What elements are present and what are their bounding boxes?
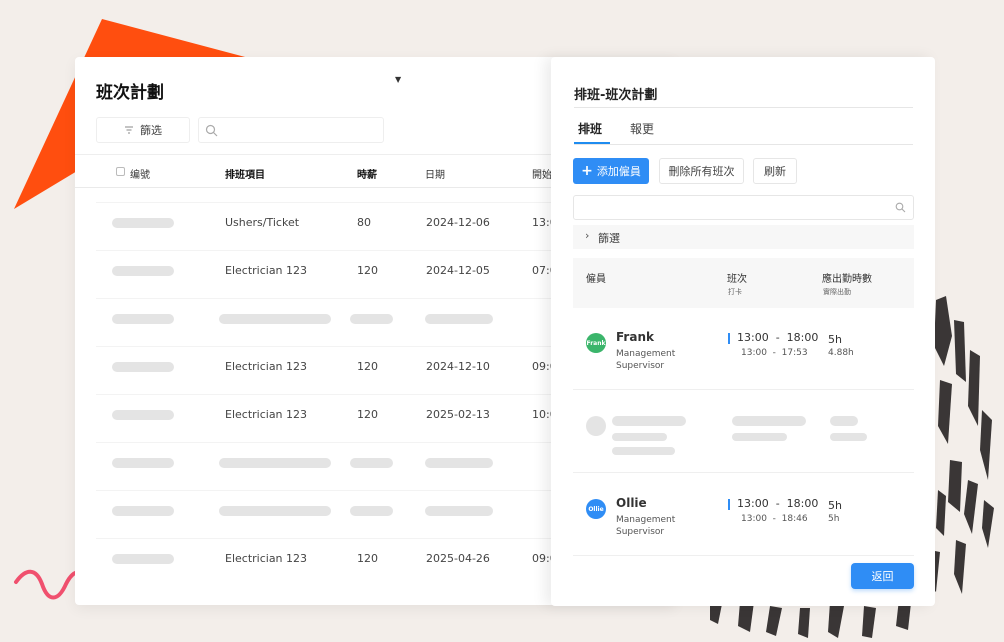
cell-date: 2025-02-13 xyxy=(426,408,490,421)
schedule-side-panel: 排班-班次計劃 排班 報更 + 添加僱員 刪除所有班次 刷新 › 篩選 僱員 班… xyxy=(551,57,935,606)
filter-toggle[interactable]: › 篩選 xyxy=(573,225,914,249)
cell-item: Electrician 123 xyxy=(225,264,308,277)
search-icon xyxy=(205,124,218,137)
divider xyxy=(574,107,913,108)
employee-name: Frank xyxy=(616,330,654,344)
skeleton-placeholder xyxy=(612,433,667,441)
shift-indicator xyxy=(728,333,730,344)
skeleton-placeholder xyxy=(586,416,606,436)
skeleton-placeholder xyxy=(830,416,858,426)
shift-indicator xyxy=(728,499,730,510)
add-employee-button[interactable]: + 添加僱員 xyxy=(573,158,649,184)
search-box[interactable] xyxy=(198,117,384,143)
tab-report[interactable]: 報更 xyxy=(630,120,654,137)
skeleton-placeholder xyxy=(219,458,331,468)
divider xyxy=(573,389,914,390)
skeleton-placeholder xyxy=(732,416,806,426)
cell-item: Ushers/Ticket xyxy=(225,216,300,229)
scheduled-hours: 5h xyxy=(828,499,842,512)
skeleton-placeholder xyxy=(612,416,686,426)
panel-title: 排班-班次計劃 xyxy=(574,88,658,103)
column-wage[interactable]: 時薪 xyxy=(357,166,377,181)
divider xyxy=(574,144,913,145)
employee-role: Management Supervisor xyxy=(616,515,676,537)
filter-button-label: 篩选 xyxy=(140,124,162,137)
cell-wage: 120 xyxy=(357,408,378,421)
cell-date: 2024-12-06 xyxy=(426,216,490,229)
scheduled-hours: 5h xyxy=(828,333,842,346)
column-shift-sub: 打卡 xyxy=(728,288,742,296)
column-shift: 班次 xyxy=(727,274,747,285)
skeleton-placeholder xyxy=(219,314,331,324)
cell-wage: 120 xyxy=(357,552,378,565)
delete-all-shifts-button[interactable]: 刪除所有班次 xyxy=(659,158,744,184)
page-title: 班次計劃 xyxy=(96,83,164,103)
skeleton-placeholder xyxy=(350,458,393,468)
select-all-checkbox[interactable] xyxy=(116,167,125,176)
cell-date: 2024-12-05 xyxy=(426,264,490,277)
column-item[interactable]: 排班項目 xyxy=(225,166,265,181)
skeleton-placeholder xyxy=(112,410,174,420)
cell-item: Electrician 123 xyxy=(225,552,308,565)
plus-icon: + xyxy=(581,163,593,179)
skeleton-placeholder xyxy=(112,458,174,468)
tab-schedule[interactable]: 排班 xyxy=(578,120,602,137)
actual-hours: 4.88h xyxy=(828,348,854,358)
filter-button[interactable]: 篩选 xyxy=(96,117,190,143)
refresh-button[interactable]: 刷新 xyxy=(753,158,797,184)
cell-item: Electrician 123 xyxy=(225,360,308,373)
avatar: Frank xyxy=(586,333,606,353)
add-employee-label: 添加僱員 xyxy=(596,165,641,178)
cell-date: 2024-12-10 xyxy=(426,360,490,373)
skeleton-placeholder xyxy=(732,433,787,441)
search-input[interactable] xyxy=(223,121,378,139)
employee-role: Management Supervisor xyxy=(616,349,676,371)
skeleton-placeholder xyxy=(830,433,867,441)
shift-time: 13:00 - 18:00 xyxy=(737,331,819,344)
skeleton-placeholder xyxy=(112,362,174,372)
actual-hours: 5h xyxy=(828,514,840,524)
skeleton-placeholder xyxy=(112,554,174,564)
caret-down-icon[interactable]: ▼ xyxy=(395,75,401,84)
skeleton-placeholder xyxy=(425,458,493,468)
cell-date: 2025-04-26 xyxy=(426,552,490,565)
skeleton-placeholder xyxy=(350,314,393,324)
skeleton-placeholder xyxy=(112,506,174,516)
column-date[interactable]: 日期 xyxy=(425,166,445,181)
panel-search-input[interactable] xyxy=(580,199,880,217)
search-icon xyxy=(895,202,906,213)
cell-wage: 120 xyxy=(357,264,378,277)
skeleton-placeholder xyxy=(219,506,331,516)
chevron-right-icon: › xyxy=(585,229,590,242)
cell-wage: 80 xyxy=(357,216,371,229)
employee-name: Ollie xyxy=(616,496,647,510)
cell-wage: 120 xyxy=(357,360,378,373)
column-hours-sub: 實際出勤 xyxy=(823,288,851,296)
avatar: Ollie xyxy=(586,499,606,519)
skeleton-placeholder xyxy=(425,314,493,324)
clock-time: 13:00 - 18:46 xyxy=(741,514,808,524)
skeleton-placeholder xyxy=(112,266,174,276)
skeleton-placeholder xyxy=(425,506,493,516)
column-employee: 僱員 xyxy=(586,274,606,285)
column-id[interactable]: 编號 xyxy=(130,166,150,181)
skeleton-placeholder xyxy=(350,506,393,516)
shift-time: 13:00 - 18:00 xyxy=(737,497,819,510)
column-hours: 應出勤時數 xyxy=(822,274,872,285)
panel-search-box[interactable] xyxy=(573,195,914,220)
clock-time: 13:00 - 17:53 xyxy=(741,348,808,358)
column-start[interactable]: 開始 xyxy=(532,166,552,181)
cell-item: Electrician 123 xyxy=(225,408,308,421)
skeleton-placeholder xyxy=(112,314,174,324)
employee-table-header: 僱員 班次 打卡 應出勤時數 實際出勤 xyxy=(573,258,914,308)
filter-icon xyxy=(125,126,133,134)
divider xyxy=(573,555,914,556)
skeleton-placeholder xyxy=(612,447,675,455)
divider xyxy=(573,472,914,473)
back-button[interactable]: 返回 xyxy=(851,563,914,589)
filter-toggle-label: 篩選 xyxy=(598,232,620,245)
skeleton-placeholder xyxy=(112,218,174,228)
